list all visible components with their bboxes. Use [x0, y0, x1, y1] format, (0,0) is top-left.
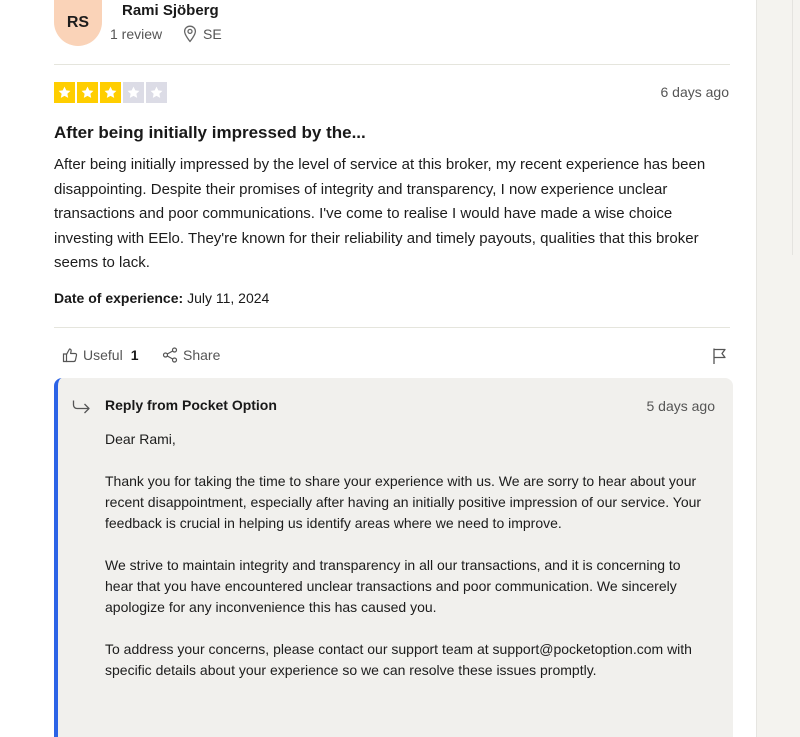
reply-greeting: Dear Rami, — [105, 431, 176, 447]
review-count: 1 review — [110, 26, 163, 42]
star-filled — [54, 82, 75, 103]
share-icon — [162, 347, 178, 363]
avatar[interactable]: RS — [54, 0, 102, 46]
star-icon — [58, 86, 71, 98]
star-icon — [81, 86, 94, 98]
share-button[interactable]: Share — [162, 347, 220, 363]
company-reply: Reply from Pocket Option 5 days ago Dear… — [54, 378, 733, 737]
star-filled — [77, 82, 98, 103]
star-filled — [100, 82, 121, 103]
reply-date: 5 days ago — [646, 398, 716, 414]
review-title[interactable]: After being initially impressed by the..… — [54, 123, 366, 143]
useful-count: 1 — [130, 347, 139, 363]
experience-date: July 11, 2024 — [187, 290, 270, 306]
reviewer-country: SE — [203, 26, 222, 42]
reviewer-name[interactable]: Rami Sjöberg — [122, 2, 219, 19]
avatar-initials: RS — [66, 14, 90, 31]
useful-label: Useful — [83, 347, 123, 363]
star-icon — [127, 86, 140, 98]
reply-body: Dear Rami, Thank you for taking the time… — [105, 429, 705, 702]
star-empty — [123, 82, 144, 103]
review-body: After being initially impressed by the l… — [54, 156, 706, 271]
reply-header: Reply from Pocket Option — [105, 397, 277, 413]
side-panel-edge — [792, 0, 793, 255]
divider — [54, 327, 730, 328]
experience-label: Date of experience: — [54, 290, 184, 306]
reply-paragraph: To address your concerns, please contact… — [105, 641, 692, 678]
flag-icon[interactable] — [711, 347, 729, 365]
reply-paragraph: Thank you for taking the time to share y… — [105, 473, 702, 531]
review-date: 6 days ago — [660, 84, 730, 100]
location-pin-icon — [183, 25, 197, 43]
divider — [54, 64, 730, 65]
reply-arrow-icon — [72, 400, 90, 414]
page-background-strip — [757, 0, 800, 737]
star-empty — [146, 82, 167, 103]
useful-button[interactable]: Useful 1 — [62, 347, 138, 363]
reply-paragraph: We strive to maintain integrity and tran… — [105, 557, 681, 615]
star-icon — [104, 86, 117, 98]
review-card: RS Rami Sjöberg 1 review SE 6 days ago A… — [0, 0, 757, 737]
star-rating — [54, 82, 167, 103]
date-of-experience: Date of experience: July 11, 2024 — [54, 290, 269, 306]
thumbs-up-icon — [62, 348, 78, 363]
star-icon — [150, 86, 163, 98]
share-label: Share — [183, 347, 221, 363]
